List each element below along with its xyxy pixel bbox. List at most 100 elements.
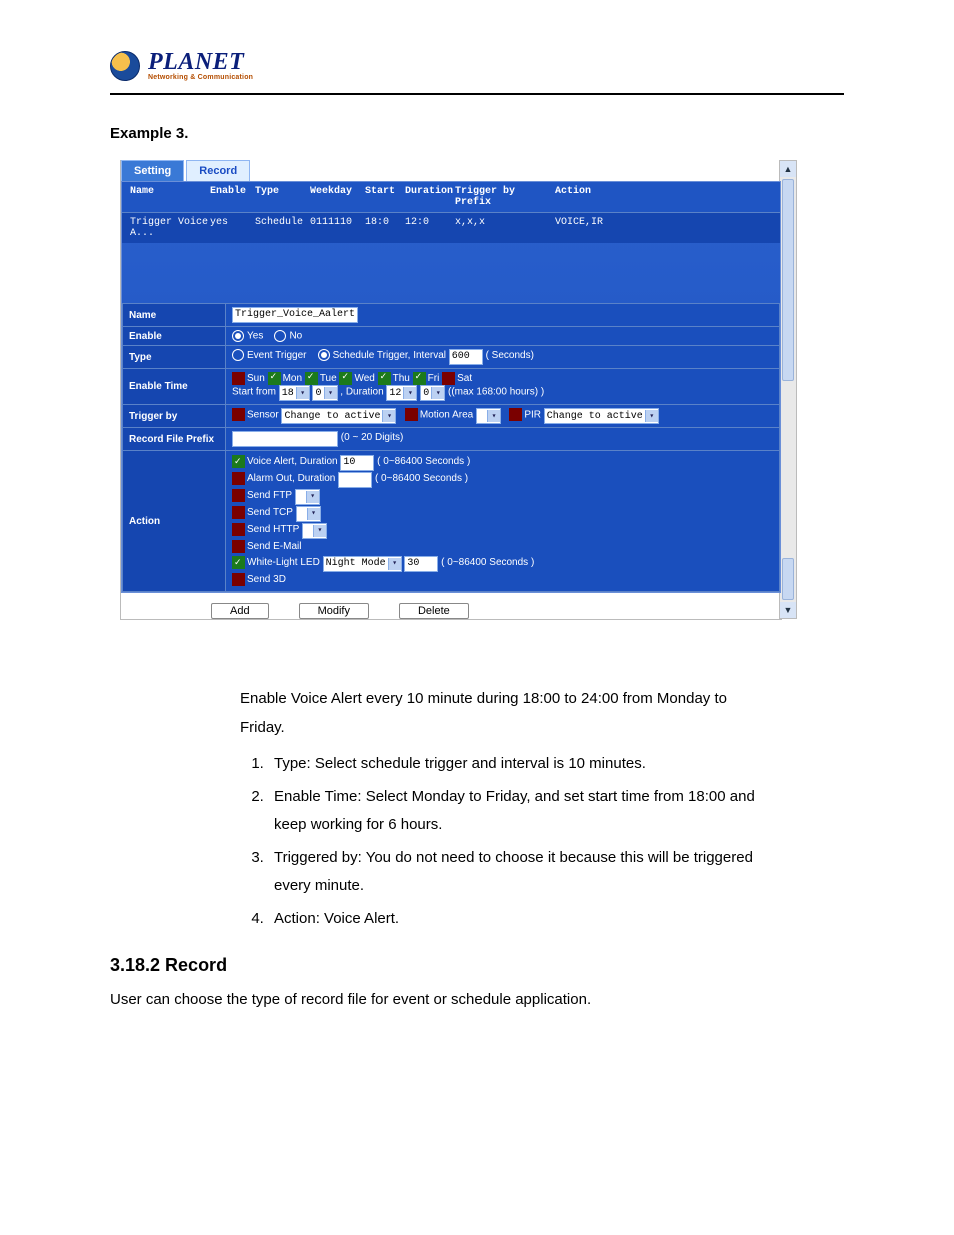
chk-fri[interactable] bbox=[413, 372, 426, 385]
modify-button[interactable]: Modify bbox=[299, 603, 369, 619]
add-button[interactable]: Add bbox=[211, 603, 269, 619]
chevron-down-icon bbox=[403, 387, 416, 399]
row-start: 18:0 bbox=[365, 217, 405, 239]
chk-send-3d[interactable] bbox=[232, 573, 245, 586]
button-row: Add Modify Delete bbox=[211, 603, 781, 619]
chevron-down-icon bbox=[382, 410, 395, 422]
chk-send-ftp[interactable] bbox=[232, 489, 245, 502]
row-action: VOICE,IR bbox=[555, 217, 635, 239]
tcp-select[interactable] bbox=[296, 506, 321, 522]
pir-select[interactable]: Change to active bbox=[544, 408, 659, 424]
step-3: Triggered by: You do not need to choose … bbox=[268, 844, 760, 901]
label-prefix: Record File Prefix bbox=[123, 428, 226, 451]
chk-pir[interactable] bbox=[509, 408, 522, 421]
chk-white-led[interactable] bbox=[232, 556, 245, 569]
schedule-trigger-label: Schedule Trigger, Interval bbox=[333, 350, 446, 361]
chevron-down-icon bbox=[388, 558, 401, 570]
description-intro: Enable Voice Alert every 10 minute durin… bbox=[240, 690, 727, 736]
sensor-select[interactable]: Change to active bbox=[281, 408, 396, 424]
prefix-input[interactable] bbox=[232, 431, 338, 447]
max-hours-label: ((max 168:00 hours) ) bbox=[448, 387, 544, 398]
row-type: Schedule bbox=[255, 217, 310, 239]
chk-mon[interactable] bbox=[268, 372, 281, 385]
scroll-thumb[interactable] bbox=[782, 179, 794, 381]
label-enable-time: Enable Time bbox=[123, 369, 226, 405]
description-block: Enable Voice Alert every 10 minute durin… bbox=[240, 685, 760, 933]
duration-hour-select[interactable]: 12 bbox=[386, 385, 417, 401]
chevron-down-icon bbox=[307, 508, 320, 520]
motion-select[interactable] bbox=[476, 408, 501, 424]
wl-mode-select[interactable]: Night Mode bbox=[323, 556, 402, 572]
chk-sun[interactable] bbox=[232, 372, 245, 385]
chevron-down-icon bbox=[645, 410, 658, 422]
chevron-down-icon bbox=[313, 525, 326, 537]
settings-panel: Name Enable Type Weekday Start Duration … bbox=[121, 181, 781, 593]
step-1: Type: Select schedule trigger and interv… bbox=[268, 750, 760, 779]
label-enable: Enable bbox=[123, 327, 226, 346]
duration-min-select[interactable]: 0 bbox=[420, 385, 445, 401]
tab-setting[interactable]: Setting bbox=[121, 160, 184, 181]
radio-schedule-trigger[interactable] bbox=[318, 349, 330, 361]
chk-sat[interactable] bbox=[442, 372, 455, 385]
chevron-down-icon bbox=[306, 491, 319, 503]
example-title: Example 3. bbox=[110, 125, 844, 142]
radio-no[interactable] bbox=[274, 330, 286, 342]
event-trigger-label: Event Trigger bbox=[247, 350, 306, 361]
section-heading: 3.18.2 Record bbox=[110, 955, 844, 976]
step-4: Action: Voice Alert. bbox=[268, 905, 760, 934]
row-trigger: x,x,x bbox=[455, 217, 555, 239]
duration-label: , Duration bbox=[340, 387, 383, 398]
brand-name: PLANET bbox=[148, 50, 253, 74]
chk-sensor[interactable] bbox=[232, 408, 245, 421]
label-trigger-by: Trigger by bbox=[123, 405, 226, 428]
chk-thu[interactable] bbox=[378, 372, 391, 385]
prefix-note: (0 ~ 20 Digits) bbox=[341, 432, 404, 443]
chk-alarm-out[interactable] bbox=[232, 472, 245, 485]
brand-tagline: Networking & Communication bbox=[148, 74, 253, 81]
tab-record[interactable]: Record bbox=[186, 160, 250, 181]
section-text: User can choose the type of record file … bbox=[110, 986, 844, 1015]
chk-motion[interactable] bbox=[405, 408, 418, 421]
chk-wed[interactable] bbox=[339, 372, 352, 385]
interval-input[interactable]: 600 bbox=[449, 349, 483, 365]
ftp-select[interactable] bbox=[295, 489, 320, 505]
seconds-label: ( Seconds) bbox=[486, 350, 534, 361]
col-enable: Enable bbox=[210, 186, 255, 208]
chk-send-tcp[interactable] bbox=[232, 506, 245, 519]
wl-duration-input[interactable]: 30 bbox=[404, 556, 438, 572]
tabs: Setting Record bbox=[121, 160, 781, 181]
col-trigger: Trigger by Prefix bbox=[455, 186, 555, 208]
delete-button[interactable]: Delete bbox=[399, 603, 469, 619]
scroll-thumb-lower[interactable] bbox=[782, 558, 794, 600]
scroll-down-icon[interactable]: ▼ bbox=[780, 602, 796, 618]
chk-send-email[interactable] bbox=[232, 540, 245, 553]
page-header: PLANET Networking & Communication bbox=[110, 50, 844, 95]
scrollbar-vertical[interactable]: ▲ ▼ bbox=[779, 160, 797, 619]
row-duration: 12:0 bbox=[405, 217, 455, 239]
scroll-up-icon[interactable]: ▲ bbox=[780, 161, 796, 177]
step-2: Enable Time: Select Monday to Friday, an… bbox=[268, 783, 760, 840]
alarm-duration-input[interactable] bbox=[338, 472, 372, 488]
chk-tue[interactable] bbox=[305, 372, 318, 385]
chk-send-http[interactable] bbox=[232, 523, 245, 536]
voice-duration-input[interactable]: 10 bbox=[340, 455, 374, 471]
chk-voice-alert[interactable] bbox=[232, 455, 245, 468]
col-duration: Duration bbox=[405, 186, 455, 208]
http-select[interactable] bbox=[302, 523, 327, 539]
start-hour-select[interactable]: 18 bbox=[279, 385, 310, 401]
radio-yes[interactable] bbox=[232, 330, 244, 342]
label-action: Action bbox=[123, 451, 226, 592]
radio-event-trigger[interactable] bbox=[232, 349, 244, 361]
chevron-down-icon bbox=[431, 387, 444, 399]
name-input[interactable]: Trigger_Voice_Aalert bbox=[232, 307, 358, 323]
logo-globe-icon bbox=[110, 51, 140, 81]
col-action: Action bbox=[555, 186, 635, 208]
col-weekday: Weekday bbox=[310, 186, 365, 208]
start-min-select[interactable]: 0 bbox=[312, 385, 337, 401]
col-type: Type bbox=[255, 186, 310, 208]
chevron-down-icon bbox=[487, 410, 500, 422]
table-row[interactable]: Trigger Voice A... yes Schedule 0111110 … bbox=[122, 213, 780, 243]
radio-yes-label: Yes bbox=[247, 331, 263, 342]
col-start: Start bbox=[365, 186, 405, 208]
start-from-label: Start from bbox=[232, 387, 276, 398]
